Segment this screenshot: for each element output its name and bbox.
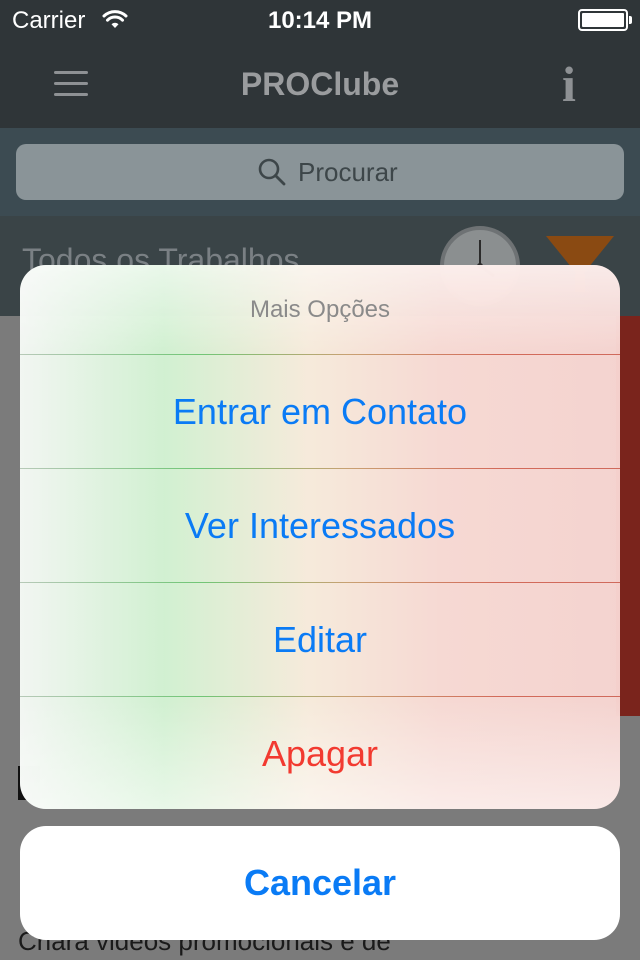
search-bar: [0, 128, 640, 216]
view-interested-button[interactable]: Ver Interessados: [20, 468, 620, 582]
action-sheet: Mais Opções Entrar em Contato Ver Intere…: [20, 265, 620, 809]
contact-button[interactable]: Entrar em Contato: [20, 354, 620, 468]
cancel-button[interactable]: Cancelar: [20, 826, 620, 940]
search-box[interactable]: [16, 144, 624, 200]
navigation-bar: PROClube i: [0, 40, 640, 128]
delete-button[interactable]: Apagar: [20, 696, 620, 809]
cancel-card: Cancelar: [20, 826, 620, 940]
search-icon: [258, 158, 286, 186]
status-time: 10:14 PM: [267, 7, 373, 34]
status-bar: Carrier 10:14 PM: [0, 0, 640, 40]
info-icon[interactable]: i: [554, 56, 584, 112]
search-input[interactable]: [298, 152, 548, 192]
app-title: PROClube: [240, 66, 400, 102]
action-sheet-title: Mais Opções: [249, 296, 391, 323]
edit-button[interactable]: Editar: [20, 582, 620, 696]
battery-icon: [578, 9, 632, 31]
